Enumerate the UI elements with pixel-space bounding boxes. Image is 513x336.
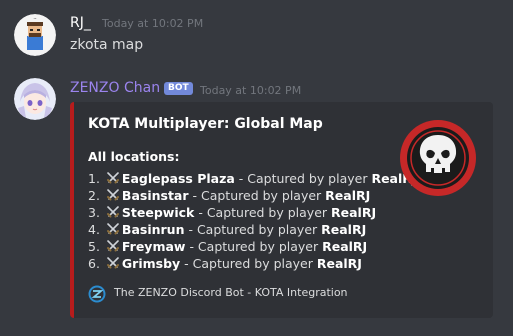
message-content: zkota map xyxy=(70,37,144,53)
crossed-swords-icon xyxy=(104,239,122,254)
location-name: Basinstar xyxy=(121,188,189,203)
location-player: RealRJ xyxy=(322,239,368,254)
username[interactable]: RJ_ xyxy=(70,15,91,31)
location-index: 6. xyxy=(88,256,100,271)
location-middle: - Captured by player xyxy=(194,205,331,220)
zenzo-logo-icon xyxy=(88,285,106,303)
embed-field-name: All locations: xyxy=(88,149,180,164)
embed-title: KOTA Multiplayer: Global Map xyxy=(88,116,323,132)
embed-footer-text: The ZENZO Discord Bot - KOTA Integration xyxy=(114,286,348,299)
message-rj: ~ RJ_ Today at 10:02 PM zkota map xyxy=(0,0,513,70)
location-middle: - Captured by player xyxy=(180,256,317,271)
bot-avatar[interactable] xyxy=(14,78,56,120)
location-index: 4. xyxy=(88,222,100,237)
location-player: RealRJ xyxy=(316,256,362,271)
svg-text:~: ~ xyxy=(33,16,36,21)
user-avatar[interactable]: ~ xyxy=(14,14,56,56)
crossed-swords-icon xyxy=(104,188,122,203)
location-middle: - Captured by player xyxy=(188,188,326,203)
location-row: 6. Grimsby - Captured by player RealRJ xyxy=(88,255,362,272)
username[interactable]: ZENZO Chan xyxy=(70,80,160,96)
location-middle: - Captured by player xyxy=(184,222,322,237)
location-index: 2. xyxy=(88,188,100,203)
location-row: 4. Basinrun - Captured by player RealRJ xyxy=(88,221,366,238)
location-name: Steepwick xyxy=(121,205,195,220)
location-player: RealRJ xyxy=(321,222,367,237)
location-player: RealRJ xyxy=(331,205,377,220)
location-middle: - Captured by player xyxy=(234,171,372,186)
location-name: Freymaw xyxy=(121,239,186,254)
location-row: 2. Basinstar - Captured by player RealRJ xyxy=(88,187,370,204)
location-name: Grimsby xyxy=(121,256,181,271)
crossed-swords-icon xyxy=(104,256,122,271)
location-row: 5. Freymaw - Captured by player RealRJ xyxy=(88,238,367,255)
location-name: Basinrun xyxy=(121,222,185,237)
bot-badge: BOT xyxy=(164,82,193,95)
location-index: 5. xyxy=(88,239,100,254)
location-player: RealRJ xyxy=(325,188,371,203)
location-middle: - Captured by player xyxy=(185,239,323,254)
location-row: 3. Steepwick - Captured by player RealRJ xyxy=(88,204,376,221)
skull-icon[interactable] xyxy=(398,118,478,198)
crossed-swords-icon xyxy=(104,222,122,237)
location-row: 1. Eaglepass Plaza - Captured by player … xyxy=(88,170,417,187)
embed: KOTA Multiplayer: Global Map All locatio… xyxy=(70,102,493,318)
location-index: 3. xyxy=(88,205,100,220)
crossed-swords-icon xyxy=(104,205,122,220)
crossed-swords-icon xyxy=(104,171,122,186)
timestamp: Today at 10:02 PM xyxy=(200,84,302,97)
location-index: 1. xyxy=(88,171,100,186)
location-name: Eaglepass Plaza xyxy=(121,171,235,186)
timestamp: Today at 10:02 PM xyxy=(102,17,204,30)
